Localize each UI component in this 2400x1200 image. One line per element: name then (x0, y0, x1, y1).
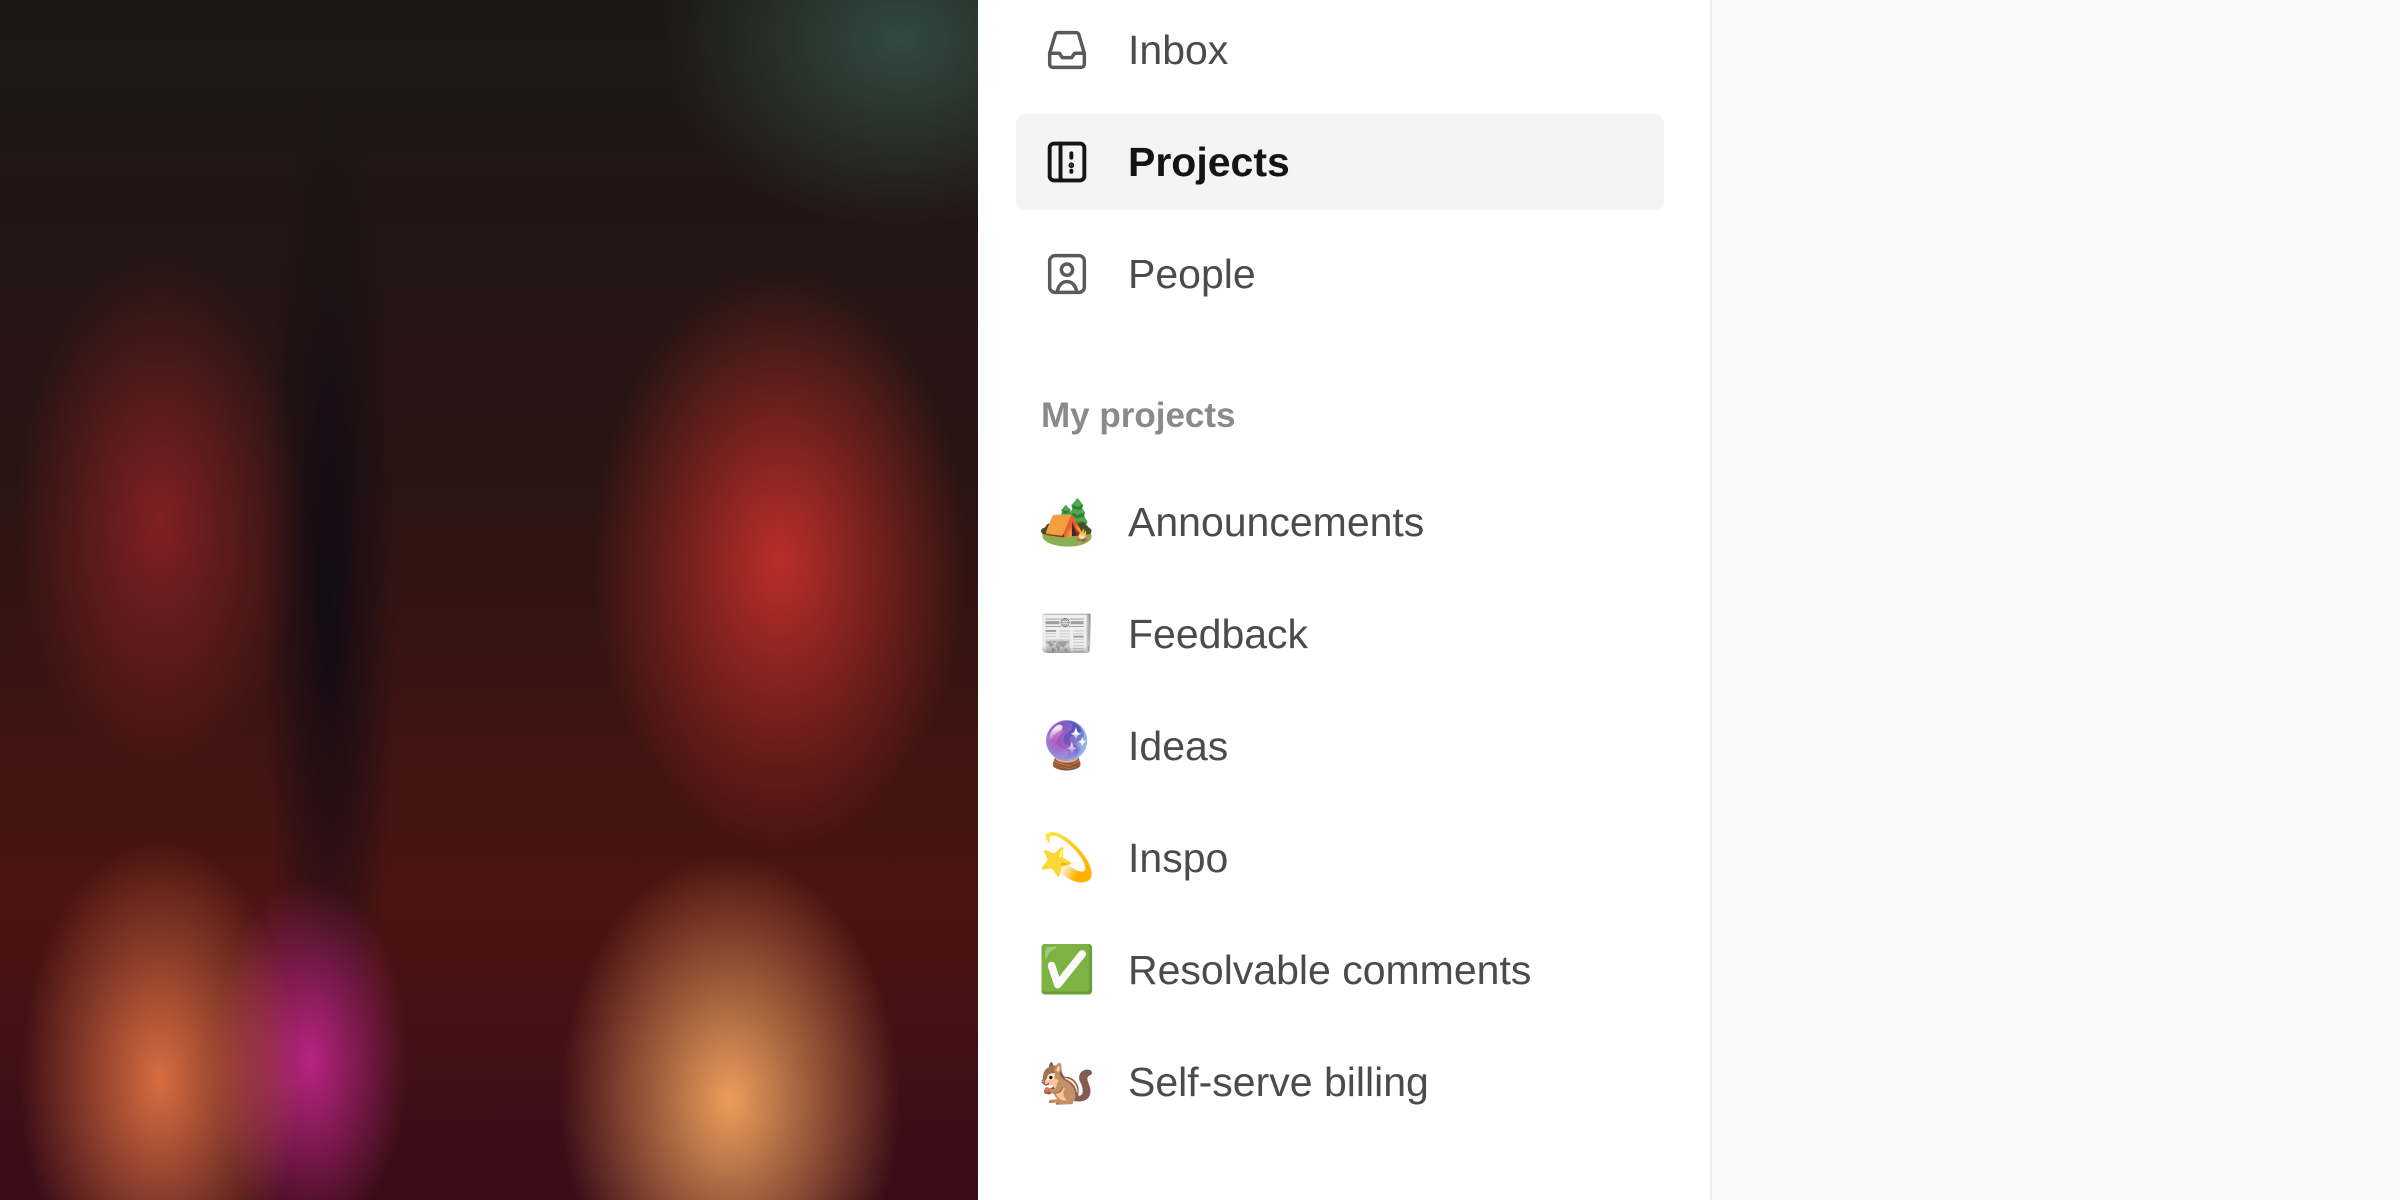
people-icon (1040, 247, 1094, 301)
desktop-wallpaper (0, 0, 978, 1200)
newspaper-emoji-icon: 📰 (1038, 607, 1096, 661)
section-title-my-projects: My projects (1041, 396, 1236, 435)
sidebar-item-people[interactable]: People (1016, 226, 1664, 322)
sidebar-item-label: People (1128, 250, 1256, 297)
project-item-resolvable-comments[interactable]: ✅ Resolvable comments (1016, 922, 1664, 1018)
dizzy-star-emoji-icon: 💫 (1038, 831, 1096, 885)
project-item-label: Resolvable comments (1128, 946, 1532, 993)
projects-icon (1040, 135, 1094, 189)
inbox-icon (1040, 23, 1094, 77)
check-mark-emoji-icon: ✅ (1038, 943, 1096, 997)
sidebar-item-inbox[interactable]: Inbox (1016, 2, 1664, 98)
project-item-feedback[interactable]: 📰 Feedback (1016, 586, 1664, 682)
project-item-label: Announcements (1128, 498, 1425, 545)
chipmunk-emoji-icon: 🐿️ (1038, 1055, 1096, 1109)
project-item-label: Ideas (1128, 722, 1229, 769)
project-item-label: Self-serve billing (1128, 1058, 1429, 1105)
project-item-announcements[interactable]: 🏕️ Announcements (1016, 474, 1664, 570)
sidebar: Inbox Projects People My projects 🏕️ Ann… (978, 0, 1712, 1200)
camping-emoji-icon: 🏕️ (1038, 495, 1096, 549)
crystal-ball-emoji-icon: 🔮 (1038, 719, 1096, 773)
project-item-ideas[interactable]: 🔮 Ideas (1016, 698, 1664, 794)
sidebar-item-projects[interactable]: Projects (1016, 114, 1664, 210)
main-content-area (1712, 0, 2400, 1200)
sidebar-item-label: Projects (1128, 138, 1290, 185)
project-item-self-serve-billing[interactable]: 🐿️ Self-serve billing (1016, 1034, 1664, 1130)
project-item-inspo[interactable]: 💫 Inspo (1016, 810, 1664, 906)
project-item-label: Inspo (1128, 834, 1229, 881)
sidebar-item-label: Inbox (1128, 26, 1229, 73)
project-item-label: Feedback (1128, 610, 1309, 657)
